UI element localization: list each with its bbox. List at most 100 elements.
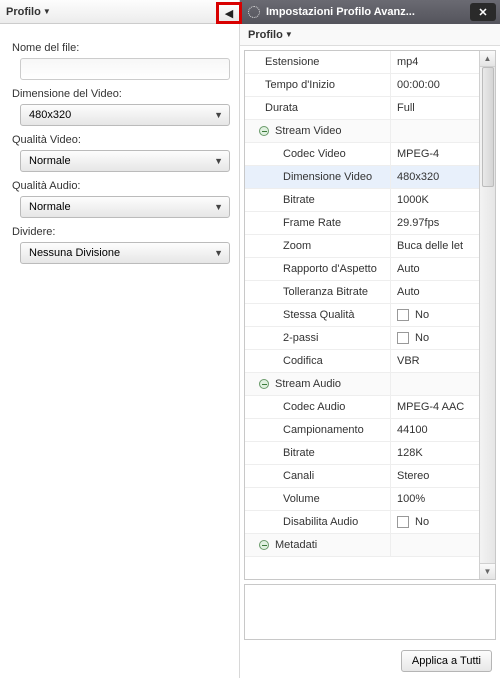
property-row[interactable]: Metadati <box>245 534 479 557</box>
collapse-panel-button[interactable]: ◀ <box>216 2 242 24</box>
property-value[interactable]: Auto <box>390 281 479 303</box>
checkbox[interactable] <box>397 516 409 528</box>
close-button[interactable]: ✕ <box>470 3 496 21</box>
property-row[interactable]: Volume100% <box>245 488 479 511</box>
chevron-down-icon: ▼ <box>214 156 223 166</box>
property-row[interactable]: Tolleranza BitrateAuto <box>245 281 479 304</box>
chevron-down-icon: ▼ <box>214 202 223 212</box>
property-value[interactable]: 128K <box>390 442 479 464</box>
property-value[interactable]: No <box>390 304 479 326</box>
property-value[interactable] <box>390 120 479 142</box>
property-row[interactable]: Campionamento44100 <box>245 419 479 442</box>
property-value[interactable]: Auto <box>390 258 479 280</box>
split-label: Dividere: <box>12 226 229 238</box>
property-row[interactable]: DurataFull <box>245 97 479 120</box>
split-select[interactable]: Nessuna Divisione ▼ <box>20 242 230 264</box>
property-value[interactable]: No <box>390 327 479 349</box>
property-key: Codec Video <box>245 148 390 160</box>
property-value[interactable]: Buca delle let <box>390 235 479 257</box>
property-value[interactable] <box>390 373 479 395</box>
property-row[interactable]: Codec VideoMPEG-4 <box>245 143 479 166</box>
split-value: Nessuna Divisione <box>29 247 120 259</box>
property-row[interactable]: Stessa QualitàNo <box>245 304 479 327</box>
property-key: Durata <box>245 102 390 114</box>
property-row[interactable]: Bitrate128K <box>245 442 479 465</box>
profile-subheader[interactable]: Profilo ▼ <box>240 24 500 46</box>
scroll-up-icon[interactable]: ▲ <box>480 51 495 67</box>
videosize-value: 480x320 <box>29 109 71 121</box>
property-value[interactable]: MPEG-4 AAC <box>390 396 479 418</box>
property-key: Metadati <box>245 539 390 551</box>
triangle-left-icon: ◀ <box>225 7 233 20</box>
property-grid: Estensionemp4Tempo d'Inizio00:00:00Durat… <box>245 51 479 579</box>
apply-all-button[interactable]: Applica a Tutti <box>401 650 492 672</box>
property-row[interactable]: Codec AudioMPEG-4 AAC <box>245 396 479 419</box>
property-key: Volume <box>245 493 390 505</box>
property-value[interactable]: Full <box>390 97 479 119</box>
property-value[interactable]: 44100 <box>390 419 479 441</box>
advanced-panel-title: Impostazioni Profilo Avanz... <box>266 6 470 18</box>
property-value[interactable]: No <box>390 511 479 533</box>
property-value[interactable]: 29.97fps <box>390 212 479 234</box>
property-row[interactable]: Stream Video <box>245 120 479 143</box>
close-icon: ✕ <box>478 6 487 19</box>
checkbox[interactable] <box>397 309 409 321</box>
filename-input[interactable] <box>20 58 230 80</box>
property-row[interactable]: Dimensione Video480x320 <box>245 166 479 189</box>
video-quality-select[interactable]: Normale ▼ <box>20 150 230 172</box>
property-value[interactable]: Stereo <box>390 465 479 487</box>
property-key: 2-passi <box>245 332 390 344</box>
property-key: Stream Audio <box>245 378 390 390</box>
property-value[interactable]: 100% <box>390 488 479 510</box>
property-key: Codec Audio <box>245 401 390 413</box>
property-key: Campionamento <box>245 424 390 436</box>
videosize-label: Dimensione del Video: <box>12 88 229 100</box>
property-value[interactable]: 00:00:00 <box>390 74 479 96</box>
property-key: Tempo d'Inizio <box>245 79 390 91</box>
property-value[interactable] <box>390 534 479 556</box>
chevron-down-icon: ▼ <box>43 7 51 16</box>
scrollbar[interactable]: ▲ ▼ <box>479 51 495 579</box>
property-value[interactable]: 480x320 <box>390 166 479 188</box>
checkbox[interactable] <box>397 332 409 344</box>
property-row[interactable]: Bitrate1000K <box>245 189 479 212</box>
property-row[interactable]: Tempo d'Inizio00:00:00 <box>245 74 479 97</box>
audio-quality-label: Qualità Audio: <box>12 180 229 192</box>
property-key: Dimensione Video <box>245 171 390 183</box>
left-header[interactable]: Profilo ▼ <box>0 0 239 24</box>
collapse-icon[interactable] <box>259 126 269 136</box>
description-box <box>244 584 496 640</box>
property-key: Codifica <box>245 355 390 367</box>
property-row[interactable]: CanaliStereo <box>245 465 479 488</box>
property-row[interactable]: CodificaVBR <box>245 350 479 373</box>
scroll-down-icon[interactable]: ▼ <box>480 563 495 579</box>
property-value[interactable]: 1000K <box>390 189 479 211</box>
property-row[interactable]: Estensionemp4 <box>245 51 479 74</box>
property-key: Rapporto d'Aspetto <box>245 263 390 275</box>
profile-subheader-title: Profilo <box>248 29 283 41</box>
videosize-select[interactable]: 480x320 ▼ <box>20 104 230 126</box>
property-key: Stream Video <box>245 125 390 137</box>
chevron-down-icon: ▼ <box>214 248 223 258</box>
property-value[interactable]: MPEG-4 <box>390 143 479 165</box>
property-row[interactable]: Stream Audio <box>245 373 479 396</box>
chevron-down-icon: ▼ <box>285 30 293 39</box>
audio-quality-value: Normale <box>29 201 71 213</box>
property-row[interactable]: Rapporto d'AspettoAuto <box>245 258 479 281</box>
property-row[interactable]: ZoomBuca delle let <box>245 235 479 258</box>
audio-quality-select[interactable]: Normale ▼ <box>20 196 230 218</box>
property-row[interactable]: Disabilita AudioNo <box>245 511 479 534</box>
collapse-icon[interactable] <box>259 379 269 389</box>
chevron-down-icon: ▼ <box>214 110 223 120</box>
collapse-icon[interactable] <box>259 540 269 550</box>
property-key: Canali <box>245 470 390 482</box>
property-row[interactable]: 2-passiNo <box>245 327 479 350</box>
property-value[interactable]: mp4 <box>390 51 479 73</box>
property-row[interactable]: Frame Rate29.97fps <box>245 212 479 235</box>
property-key: Frame Rate <box>245 217 390 229</box>
scroll-thumb[interactable] <box>482 67 494 187</box>
gear-icon <box>248 6 260 18</box>
property-value[interactable]: VBR <box>390 350 479 372</box>
property-key: Zoom <box>245 240 390 252</box>
property-key: Tolleranza Bitrate <box>245 286 390 298</box>
